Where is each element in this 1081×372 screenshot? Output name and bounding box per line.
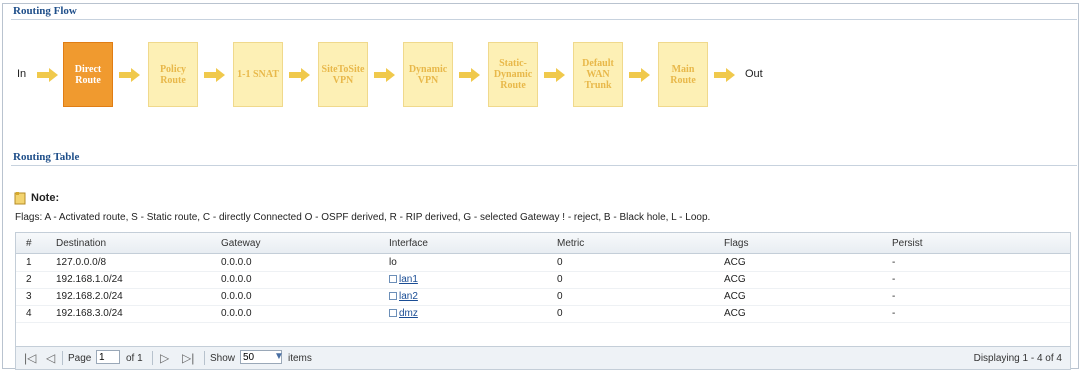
flow-end-label: Out [745,68,763,80]
cell-destination: 192.168.1.0/24 [56,274,123,285]
cell-interface: lan2 [389,291,418,302]
cell-num: 3 [26,291,32,302]
routing-table-title: Routing Table [13,151,80,163]
pager-separator [62,351,63,365]
routing-flow-divider [11,19,1077,20]
pagination-bar: |◁ ◁ Page of 1 ▷ ▷| Show ▼ items Display… [16,346,1070,369]
cell-flags: ACG [724,257,746,268]
cell-destination: 127.0.0.0/8 [56,257,107,268]
flow-start-label: In [17,68,27,80]
page-count-label: of 1 [126,353,143,364]
column-header-num[interactable]: # [26,238,32,249]
flow-step: Dynamic VPN [403,42,453,107]
cell-persist: - [892,257,896,268]
note-icon [13,191,27,208]
page-label: Page [68,353,92,364]
cell-metric: 0 [557,274,563,285]
interface-icon [389,275,397,284]
interface-link-lan2[interactable]: lan2 [399,291,418,302]
interface-link-lan1[interactable]: lan1 [399,274,418,285]
cell-destination: 192.168.2.0/24 [56,291,123,302]
flow-step: Direct Route [63,42,113,107]
cell-gateway: 0.0.0.0 [221,308,252,319]
interface-link-dmz[interactable]: dmz [399,308,418,319]
table-row[interactable]: 2 192.168.1.0/24 0.0.0.0 lan1 0 ACG - [16,271,1070,289]
flow-arrow-icon [374,68,395,82]
table-row[interactable]: 4 192.168.3.0/24 0.0.0.0 dmz 0 ACG - [16,305,1070,323]
flow-arrow-icon [204,68,225,82]
table-row[interactable]: 3 192.168.2.0/24 0.0.0.0 lan2 0 ACG - [16,288,1070,306]
chevron-down-icon[interactable]: ▼ [274,351,284,362]
first-page-icon[interactable]: |◁ [24,351,36,365]
flow-arrow-icon [459,68,480,82]
interface-icon [389,309,397,318]
flow-arrow-icon [544,68,565,82]
flow-arrow-icon [289,68,310,82]
column-header-metric[interactable]: Metric [557,238,584,249]
cell-gateway: 0.0.0.0 [221,291,252,302]
cell-flags: ACG [724,274,746,285]
cell-persist: - [892,291,896,302]
cell-num: 1 [26,257,32,268]
cell-interface: lan1 [389,274,418,285]
cell-destination: 192.168.3.0/24 [56,308,123,319]
cell-flags: ACG [724,308,746,319]
flow-step: 1-1 SNAT [233,42,283,107]
flow-step: Main Route [658,42,708,107]
cell-flags: ACG [724,291,746,302]
displaying-status: Displaying 1 - 4 of 4 [973,353,1062,364]
routing-flow-title: Routing Flow [13,5,77,17]
routing-table-divider [11,165,1077,166]
column-header-gateway[interactable]: Gateway [221,238,260,249]
page-number-input[interactable] [96,350,120,364]
cell-interface: lo [389,257,397,268]
flags-legend: Flags: A - Activated route, S - Static r… [15,212,711,223]
flow-step: SiteToSite VPN [318,42,368,107]
last-page-icon[interactable]: ▷| [182,351,194,365]
routing-table-grid: # Destination Gateway Interface Metric F… [15,232,1071,370]
cell-metric: 0 [557,308,563,319]
interface-icon [389,292,397,301]
table-row[interactable]: 1 127.0.0.0/8 0.0.0.0 lo 0 ACG - [16,254,1070,272]
column-header-persist[interactable]: Persist [892,238,923,249]
cell-num: 2 [26,274,32,285]
note-title: Note: [31,192,60,204]
pager-separator [204,351,205,365]
cell-metric: 0 [557,291,563,302]
items-label: items [288,353,312,364]
cell-metric: 0 [557,257,563,268]
column-header-destination[interactable]: Destination [56,238,106,249]
flow-arrow-icon [119,68,140,82]
flow-step: Default WAN Trunk [573,42,623,107]
flow-arrow-icon [37,68,58,82]
cell-num: 4 [26,308,32,319]
cell-persist: - [892,308,896,319]
flow-step: Policy Route [148,42,198,107]
flow-arrow-icon [629,68,650,82]
flow-arrow-icon [714,68,735,82]
column-header-flags[interactable]: Flags [724,238,748,249]
pager-separator [152,351,153,365]
table-header-row: # Destination Gateway Interface Metric F… [16,233,1070,254]
cell-gateway: 0.0.0.0 [221,274,252,285]
cell-interface: dmz [389,308,418,319]
previous-page-icon[interactable]: ◁ [46,351,55,365]
cell-persist: - [892,274,896,285]
cell-gateway: 0.0.0.0 [221,257,252,268]
panel-frame: Routing Flow In Direct Route Policy Route 1-1… [2,3,1079,370]
next-page-icon[interactable]: ▷ [160,351,169,365]
show-label: Show [210,353,236,364]
column-header-interface[interactable]: Interface [389,238,428,249]
flow-step: Static- Dynamic Route [488,42,538,107]
